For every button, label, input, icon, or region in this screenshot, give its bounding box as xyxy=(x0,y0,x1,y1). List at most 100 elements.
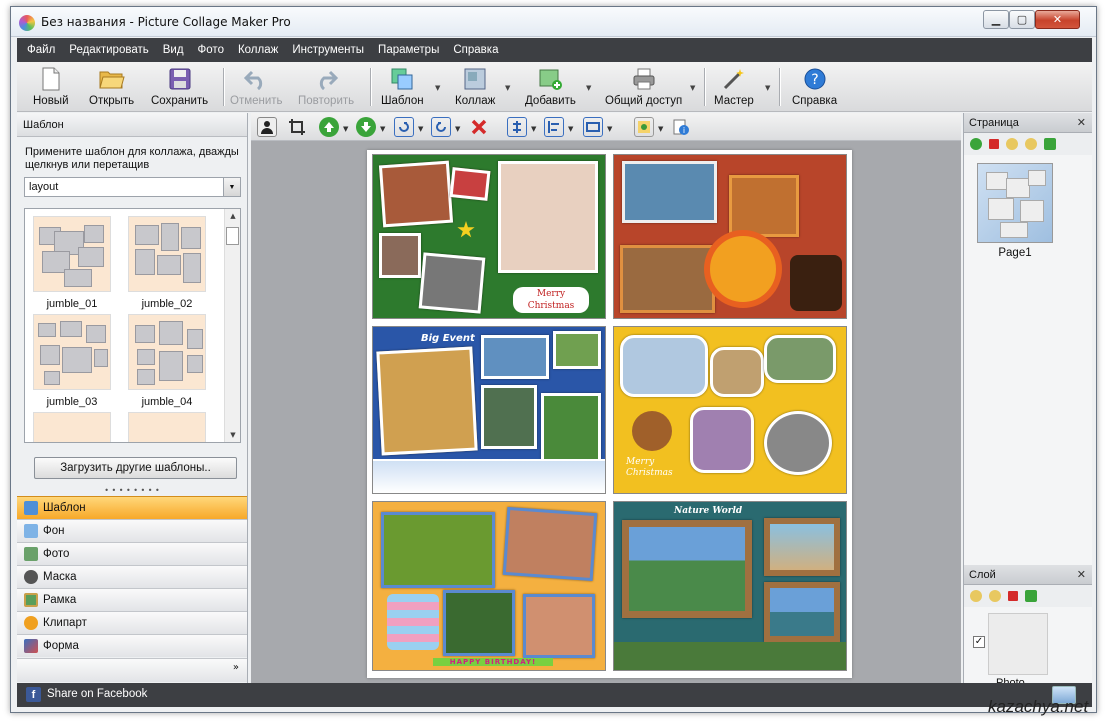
photo-frame[interactable] xyxy=(622,161,717,223)
undo-button[interactable]: Отменить xyxy=(230,66,283,107)
collage-cell-yellow-christmas[interactable]: Merry Christmas xyxy=(613,326,847,494)
nav-expand-button[interactable]: » xyxy=(17,658,247,682)
collage-cell-birthday[interactable]: HAPPY BIRTHDAY! xyxy=(372,501,606,671)
layer-up-icon[interactable] xyxy=(970,590,982,602)
scroll-up-icon[interactable]: ▲ xyxy=(225,209,240,223)
menu-view[interactable]: Вид xyxy=(163,44,184,56)
share-on-facebook-link[interactable]: Share on Facebook xyxy=(47,688,147,700)
send-backward-dropdown[interactable]: ▼ xyxy=(380,125,385,133)
photo-frame[interactable] xyxy=(378,160,454,228)
collage-page[interactable]: Merry Christmas Big Event Merry Christma… xyxy=(367,150,852,678)
menu-tools[interactable]: Инструменты xyxy=(292,44,364,56)
collage-dropdown-arrow[interactable]: ▼ xyxy=(505,84,510,92)
photo-frame[interactable] xyxy=(710,347,764,397)
help-button[interactable]: ? Справка xyxy=(792,66,837,107)
nav-item-photo[interactable]: Фото xyxy=(17,542,247,565)
photo-frame[interactable] xyxy=(764,411,832,475)
collage-cell-autumn[interactable] xyxy=(613,154,847,319)
menu-collage[interactable]: Коллаж xyxy=(238,44,278,56)
photo-frame[interactable] xyxy=(498,161,598,273)
bring-forward-icon[interactable] xyxy=(319,117,339,137)
close-icon[interactable]: ✕ xyxy=(1077,568,1086,581)
align-center-icon[interactable] xyxy=(507,117,527,137)
refresh-icon[interactable] xyxy=(1025,590,1037,602)
photo-frame[interactable] xyxy=(764,518,840,576)
collage-cell-christmas[interactable]: Merry Christmas xyxy=(372,154,606,319)
crop-icon[interactable] xyxy=(287,117,307,137)
redo-button[interactable]: Повторить xyxy=(298,66,354,107)
wizard-button[interactable]: Мастер xyxy=(714,66,754,107)
minimize-button[interactable]: ▁ xyxy=(983,10,1009,29)
align-left-dropdown[interactable]: ▼ xyxy=(568,125,573,133)
layer-visibility-checkbox[interactable]: ✓ xyxy=(973,636,985,648)
bring-forward-dropdown[interactable]: ▼ xyxy=(343,125,348,133)
template-button[interactable]: Шаблон xyxy=(381,66,424,107)
menu-edit[interactable]: Редактировать xyxy=(69,44,148,56)
rotate-left-dropdown[interactable]: ▼ xyxy=(455,125,460,133)
photo-frame[interactable] xyxy=(481,385,537,449)
delete-icon[interactable] xyxy=(469,117,489,137)
template-item-partial[interactable] xyxy=(127,412,207,442)
align-dropdown[interactable]: ▼ xyxy=(531,125,536,133)
photo-frame[interactable] xyxy=(418,252,486,314)
photo-frame[interactable] xyxy=(541,393,601,463)
nav-item-frame[interactable]: Рамка xyxy=(17,588,247,611)
send-backward-icon[interactable] xyxy=(356,117,376,137)
rotate-left-icon[interactable] xyxy=(431,117,451,137)
new-button[interactable]: Новый xyxy=(33,66,69,107)
template-item-partial[interactable] xyxy=(32,412,112,442)
wizard-dropdown-arrow[interactable]: ▼ xyxy=(765,84,770,92)
nav-item-template[interactable]: Шаблон xyxy=(17,496,247,519)
chevron-down-icon[interactable]: ▼ xyxy=(223,178,240,196)
photo-frame[interactable] xyxy=(381,512,495,588)
template-item-jumble-02[interactable]: jumble_02 xyxy=(127,216,207,310)
move-page-up-icon[interactable] xyxy=(1006,138,1018,150)
template-list-scrollbar[interactable]: ▲ ▼ xyxy=(224,209,240,442)
delete-page-icon[interactable] xyxy=(989,139,999,149)
template-item-jumble-01[interactable]: jumble_01 xyxy=(32,216,112,310)
photo-frame[interactable] xyxy=(622,520,752,618)
save-button[interactable]: Сохранить xyxy=(151,66,208,107)
photo-frame[interactable] xyxy=(764,582,840,642)
load-more-templates-button[interactable]: Загрузить другие шаблоны.. xyxy=(34,457,237,479)
template-dropdown-arrow[interactable]: ▼ xyxy=(435,84,440,92)
nav-item-background[interactable]: Фон xyxy=(17,519,247,542)
share-button[interactable]: Общий доступ xyxy=(605,66,682,107)
photo-frame[interactable] xyxy=(449,167,491,201)
menu-file[interactable]: Файл xyxy=(27,44,55,56)
refresh-icon[interactable] xyxy=(1044,138,1056,150)
effects-icon[interactable] xyxy=(634,117,654,137)
photo-frame[interactable] xyxy=(764,335,836,383)
add-page-icon[interactable] xyxy=(970,138,982,150)
panel-splitter[interactable]: • • • • • • • • xyxy=(17,487,247,495)
photo-frame[interactable] xyxy=(376,346,478,456)
template-item-jumble-04[interactable]: jumble_04 xyxy=(127,314,207,408)
align-left-icon[interactable] xyxy=(544,117,564,137)
collage-cell-nature[interactable]: Nature World xyxy=(613,501,847,671)
photo-frame[interactable] xyxy=(502,506,598,582)
menu-options[interactable]: Параметры xyxy=(378,44,439,56)
close-icon[interactable]: ✕ xyxy=(1077,116,1086,129)
photo-frame[interactable] xyxy=(620,335,708,397)
layer-down-icon[interactable] xyxy=(989,590,1001,602)
scroll-thumb[interactable] xyxy=(226,227,239,245)
open-button[interactable]: Открыть xyxy=(89,66,134,107)
delete-layer-icon[interactable] xyxy=(1008,591,1018,601)
distribute-dropdown[interactable]: ▼ xyxy=(607,125,612,133)
add-button[interactable]: Добавить xyxy=(525,66,576,107)
facebook-icon[interactable]: f xyxy=(26,687,41,702)
distribute-icon[interactable] xyxy=(583,117,603,137)
rotate-right-dropdown[interactable]: ▼ xyxy=(418,125,423,133)
person-icon[interactable] xyxy=(257,117,277,137)
photo-frame[interactable] xyxy=(523,594,595,658)
effects-dropdown[interactable]: ▼ xyxy=(658,125,663,133)
photo-frame[interactable] xyxy=(729,175,799,237)
photo-frame[interactable] xyxy=(553,331,601,369)
photo-frame[interactable] xyxy=(690,407,754,473)
collage-cell-big-event[interactable]: Big Event xyxy=(372,326,606,494)
properties-icon[interactable]: i xyxy=(671,117,691,137)
scroll-down-icon[interactable]: ▼ xyxy=(225,428,240,442)
nav-item-shape[interactable]: Форма xyxy=(17,634,247,657)
sunflower-photo-frame[interactable] xyxy=(704,230,782,308)
move-page-down-icon[interactable] xyxy=(1025,138,1037,150)
